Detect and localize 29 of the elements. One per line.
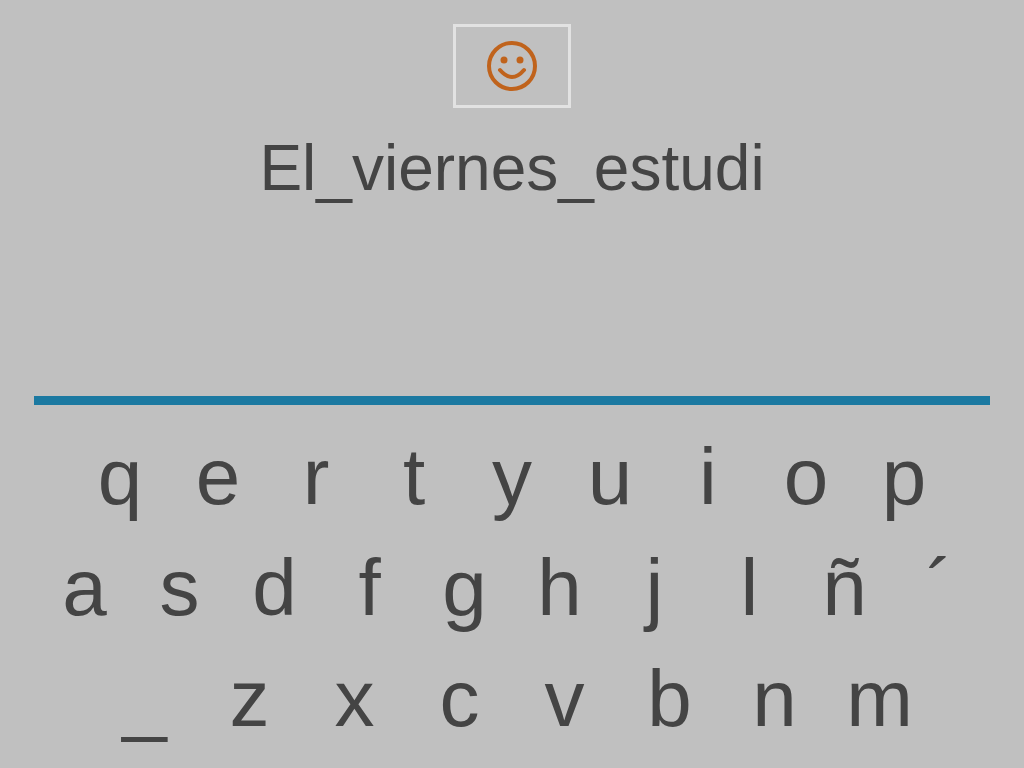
letter-key[interactable]: g <box>417 537 512 638</box>
letter-key[interactable]: y <box>463 426 561 527</box>
letter-key[interactable]: c <box>407 648 512 749</box>
answer-text: El_viernes_estudi <box>259 131 765 206</box>
letter-key[interactable]: ñ <box>797 537 892 638</box>
letter-key[interactable]: i <box>659 426 757 527</box>
letter-key[interactable]: f <box>322 537 417 638</box>
letter-key[interactable]: l <box>702 537 797 638</box>
letter-key[interactable]: p <box>855 426 953 527</box>
letter-key[interactable]: j <box>607 537 702 638</box>
letter-key[interactable]: h <box>512 537 607 638</box>
letter-key[interactable]: u <box>561 426 659 527</box>
letter-key[interactable]: t <box>365 426 463 527</box>
letter-key[interactable]: s <box>132 537 227 638</box>
letter-key[interactable]: m <box>827 648 932 749</box>
letter-key[interactable]: a <box>37 537 132 638</box>
letter-key[interactable]: o <box>757 426 855 527</box>
letter-key[interactable]: r <box>267 426 365 527</box>
letter-key[interactable]: q <box>71 426 169 527</box>
letter-key[interactable]: _ <box>92 648 197 749</box>
smiley-icon <box>486 40 538 92</box>
letter-key[interactable]: v <box>512 648 617 749</box>
letter-key[interactable]: ´ <box>892 537 987 638</box>
letter-key[interactable]: b <box>617 648 722 749</box>
letter-key[interactable]: n <box>722 648 827 749</box>
letter-key[interactable]: e <box>169 426 267 527</box>
letter-key[interactable]: z <box>197 648 302 749</box>
letter-key[interactable]: x <box>302 648 407 749</box>
letter-key[interactable]: d <box>227 537 322 638</box>
